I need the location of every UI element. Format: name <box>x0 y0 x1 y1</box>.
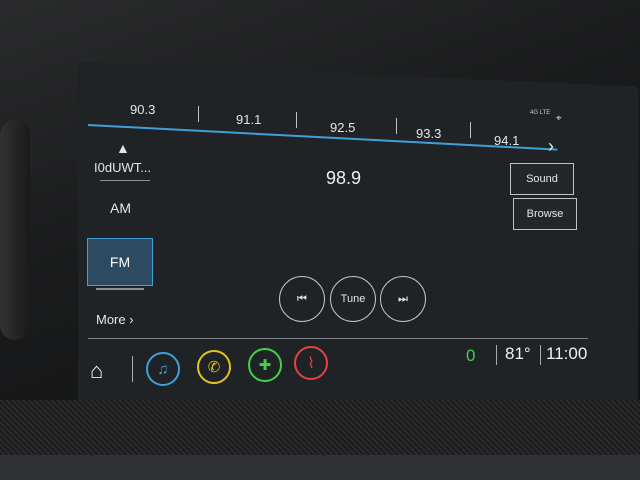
next-presets-chevron-icon[interactable]: › <box>548 136 554 157</box>
divider <box>96 288 144 290</box>
clock-time: 11:00 <box>546 344 588 363</box>
scroll-up-arrow-icon[interactable]: ▲ <box>116 140 130 156</box>
seat-icon[interactable]: ⌇ <box>294 346 328 380</box>
divider <box>496 345 497 365</box>
home-icon[interactable]: ⌂ <box>90 358 103 384</box>
browse-label: Browse <box>526 208 564 220</box>
temperature: 81° <box>505 344 531 363</box>
preset-separator <box>396 118 397 134</box>
sound-label: Sound <box>526 173 558 185</box>
divider <box>540 345 541 365</box>
left-vent-edge <box>0 120 30 340</box>
notification-count[interactable]: 0 <box>466 346 475 366</box>
preset-4[interactable]: 93.3 <box>416 126 441 141</box>
seek-back-icon: ⏮ <box>297 292 307 305</box>
music-icon[interactable]: ♫ <box>146 352 180 386</box>
dashboard-lower-trim <box>0 455 640 480</box>
tune-label: Tune <box>340 293 366 305</box>
bottom-divider <box>88 338 588 339</box>
navigation-icon[interactable]: ✚ <box>248 348 282 382</box>
preset-3[interactable]: 92.5 <box>330 120 355 135</box>
seek-forward-button[interactable]: ⏭ <box>380 276 426 322</box>
more-button[interactable]: More › <box>96 312 134 327</box>
am-band-button[interactable]: AM <box>110 200 131 216</box>
preset-separator <box>296 112 297 128</box>
divider <box>100 180 150 181</box>
network-status: 4G LTE <box>530 110 551 116</box>
current-frequency: 98.9 <box>326 168 362 188</box>
preset-separator <box>198 106 199 122</box>
fm-label: FM <box>109 254 131 270</box>
seek-forward-icon: ⏭ <box>398 292 408 305</box>
browse-button[interactable]: Browse <box>513 198 577 230</box>
divider <box>132 356 133 382</box>
preset-2[interactable]: 91.1 <box>236 112 261 127</box>
preset-separator <box>470 122 471 138</box>
seek-back-button[interactable]: ⏮ <box>279 276 325 322</box>
fm-band-button[interactable]: FM <box>87 238 153 286</box>
sound-button[interactable]: Sound <box>510 163 574 195</box>
location-pin-icon: ⌖ <box>556 113 562 124</box>
station-name[interactable]: I0dUWT... <box>94 160 151 175</box>
tune-button[interactable]: Tune <box>330 276 376 322</box>
preset-1[interactable]: 90.3 <box>130 102 155 117</box>
phone-icon[interactable]: ✆ <box>197 350 231 384</box>
